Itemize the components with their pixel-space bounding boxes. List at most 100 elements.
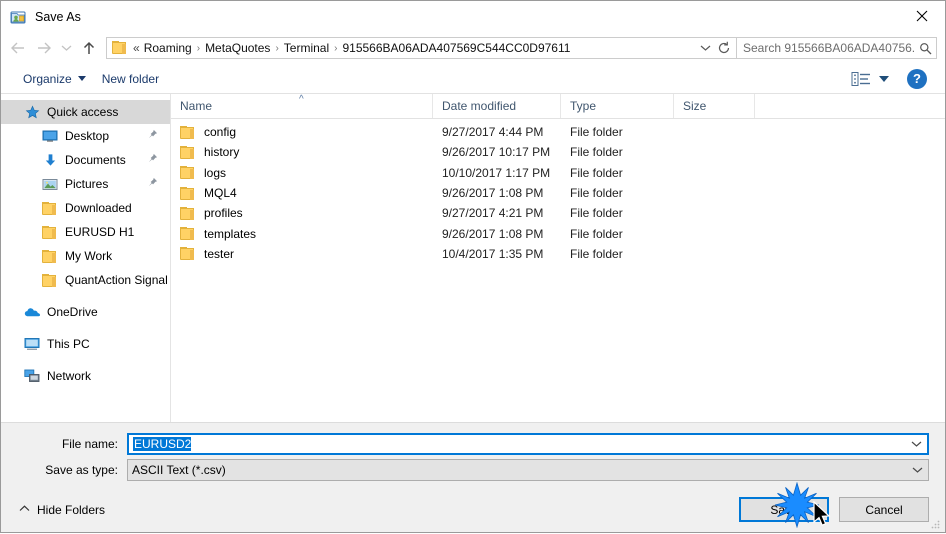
sidebar-item-documents[interactable]: Documents	[1, 148, 170, 172]
file-name-cell: tester	[171, 247, 433, 261]
file-name-cell: history	[171, 145, 433, 159]
folder-icon	[112, 41, 128, 55]
sidebar-item-network[interactable]: Network	[1, 364, 170, 388]
save-as-type-row: Save as type: ASCII Text (*.csv)	[17, 459, 929, 481]
refresh-button[interactable]	[714, 38, 734, 58]
sidebar-item-eurusd-h1[interactable]: EURUSD H1	[1, 220, 170, 244]
table-row[interactable]: profiles 9/27/2017 4:21 PM File folder	[171, 203, 945, 223]
sidebar-item-my-work[interactable]: My Work	[1, 244, 170, 268]
breadcrumb-item-terminal-id[interactable]: 915566BA06ADA407569C544CC0D97611	[340, 40, 572, 56]
toolbar-right-group: ?	[850, 68, 935, 89]
table-row[interactable]: templates 9/26/2017 1:08 PM File folder	[171, 223, 945, 243]
pin-icon[interactable]	[147, 129, 158, 143]
table-row[interactable]: tester 10/4/2017 1:35 PM File folder	[171, 244, 945, 264]
sidebar-item-label: EURUSD H1	[65, 225, 135, 239]
breadcrumb-separator[interactable]: ›	[331, 43, 340, 54]
organize-label: Organize	[23, 71, 72, 86]
column-header-label: Size	[683, 99, 707, 113]
recent-locations-button[interactable]	[57, 35, 76, 61]
sidebar-item-label: Downloaded	[65, 201, 132, 215]
table-row[interactable]: config 9/27/2017 4:44 PM File folder	[171, 122, 945, 142]
sidebar-item-onedrive[interactable]: OneDrive	[1, 300, 170, 324]
cancel-button[interactable]: Cancel	[839, 497, 929, 522]
breadcrumb-item-terminal[interactable]: Terminal	[282, 40, 331, 56]
file-type-cell: File folder	[570, 246, 623, 261]
file-type-cell: File folder	[570, 206, 623, 221]
save-as-type-select[interactable]: ASCII Text (*.csv)	[127, 459, 929, 481]
save-form: File name: EURUSD2 Save as type: ASCII T…	[1, 423, 945, 489]
file-name-label: templates	[204, 226, 257, 241]
file-name-input[interactable]: EURUSD2	[127, 433, 929, 455]
address-bar[interactable]: « Roaming › MetaQuotes › Terminal › 9155…	[106, 37, 737, 59]
sidebar-item-quantaction-signal[interactable]: QuantAction Signal	[1, 268, 170, 292]
file-date-cell: 9/27/2017 4:21 PM	[442, 206, 544, 221]
folder-icon	[180, 247, 196, 261]
cancel-label: Cancel	[865, 502, 903, 517]
pictures-icon	[41, 176, 59, 192]
new-folder-button[interactable]: New folder	[94, 69, 167, 89]
hide-folders-label: Hide Folders	[37, 502, 106, 517]
file-list-pane: Name ^ Date modified Type Size config 9/…	[171, 94, 945, 422]
file-name-cell: logs	[171, 166, 433, 180]
pin-icon[interactable]	[147, 153, 158, 167]
table-row[interactable]: MQL4 9/26/2017 1:08 PM File folder	[171, 183, 945, 203]
breadcrumb-overflow[interactable]: «	[132, 40, 142, 56]
new-folder-label: New folder	[101, 71, 160, 86]
sidebar-item-this-pc[interactable]: This PC	[1, 332, 170, 356]
sidebar-item-pictures[interactable]: Pictures	[1, 172, 170, 196]
up-button[interactable]	[76, 35, 102, 61]
file-name-selected-text: EURUSD2	[133, 437, 192, 451]
save-as-type-chevron-down-icon[interactable]	[906, 466, 928, 474]
file-name-cell: config	[171, 125, 433, 139]
hide-folders-button[interactable]: Hide Folders	[15, 500, 109, 520]
column-header-date-modified[interactable]: Date modified	[433, 94, 561, 118]
close-button[interactable]	[899, 1, 945, 31]
search-input[interactable]: Search 915566BA06ADA40756...	[737, 41, 914, 55]
folder-icon	[41, 200, 59, 216]
table-row[interactable]: history 9/26/2017 10:17 PM File folder	[171, 142, 945, 162]
column-header-name[interactable]: Name ^	[171, 94, 433, 118]
chevron-down-icon	[61, 45, 72, 51]
save-as-dialog: Save As « Roaming › MetaQuotes › Termina…	[0, 0, 946, 533]
file-date-cell: 10/10/2017 1:17 PM	[442, 165, 551, 180]
folder-icon	[41, 224, 59, 240]
sidebar-item-desktop[interactable]: Desktop	[1, 124, 170, 148]
address-dropdown-button[interactable]	[696, 38, 714, 58]
sidebar-item-label: Documents	[65, 153, 126, 167]
table-row[interactable]: logs 10/10/2017 1:17 PM File folder	[171, 163, 945, 183]
column-header-type[interactable]: Type	[561, 94, 674, 118]
save-button[interactable]: Save	[739, 497, 829, 522]
pin-icon[interactable]	[147, 177, 158, 191]
breadcrumb-item-roaming[interactable]: Roaming	[142, 40, 194, 56]
search-box[interactable]: Search 915566BA06ADA40756...	[737, 37, 937, 59]
column-header-size[interactable]: Size	[674, 94, 755, 118]
dialog-footer: File name: EURUSD2 Save as type: ASCII T…	[1, 422, 945, 532]
back-button[interactable]	[5, 35, 31, 61]
file-date-cell: 10/4/2017 1:35 PM	[442, 246, 544, 261]
file-name-value[interactable]: EURUSD2	[129, 437, 905, 451]
sidebar-item-quick-access[interactable]: Quick access	[1, 100, 170, 124]
help-button[interactable]: ?	[907, 68, 927, 89]
column-header-label: Date modified	[442, 99, 517, 113]
organize-button[interactable]: Organize	[15, 69, 94, 89]
resize-grip-icon[interactable]	[929, 517, 941, 529]
file-rows: config 9/27/2017 4:44 PM File folder his…	[171, 119, 945, 422]
sidebar-item-label: QuantAction Signal	[65, 273, 168, 287]
file-name-dropdown-chevron-down-icon[interactable]	[905, 440, 927, 448]
save-as-icon	[10, 9, 26, 25]
view-options-chevron-down-icon[interactable]	[879, 75, 889, 82]
refresh-icon	[718, 41, 730, 54]
back-arrow-icon	[11, 42, 24, 54]
breadcrumb-separator[interactable]: ›	[272, 43, 281, 54]
close-icon	[916, 10, 928, 22]
breadcrumb-separator[interactable]: ›	[194, 43, 203, 54]
command-toolbar: Organize New folder ?	[1, 64, 945, 94]
file-name-cell: profiles	[171, 206, 433, 220]
sidebar-item-downloaded[interactable]: Downloaded	[1, 196, 170, 220]
forward-button[interactable]	[31, 35, 57, 61]
list-view-icon[interactable]	[850, 70, 872, 88]
forward-arrow-icon	[38, 42, 51, 54]
sort-ascending-icon: ^	[299, 94, 304, 105]
breadcrumb-item-metaquotes[interactable]: MetaQuotes	[203, 40, 272, 56]
